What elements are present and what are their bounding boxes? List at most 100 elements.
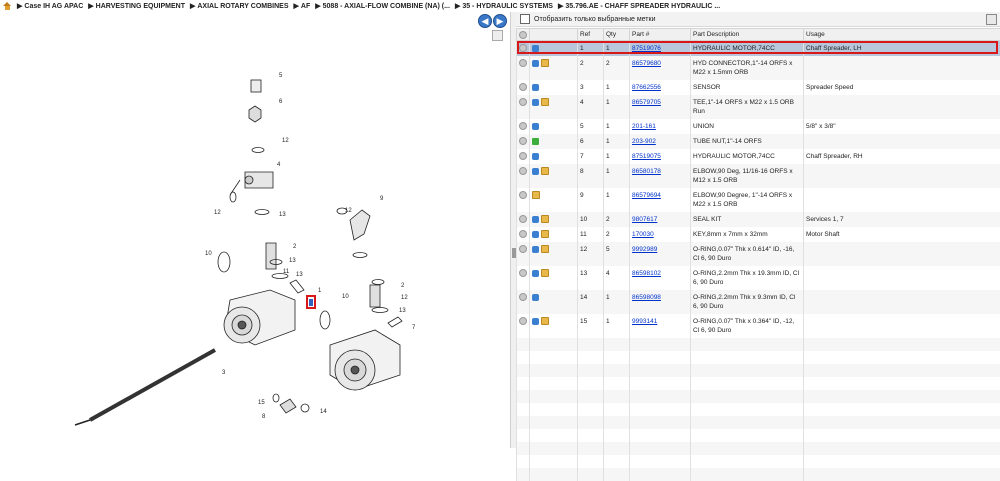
info-arrow-icon[interactable] [532,246,539,253]
callout-label[interactable]: 4 [277,162,281,168]
home-icon[interactable] [3,2,12,10]
row-select-icon[interactable] [519,59,527,67]
info-arrow-icon[interactable] [532,123,539,130]
hotspot-ref-1[interactable] [306,295,316,309]
cart-box-icon[interactable] [541,215,549,223]
row-select-icon[interactable] [519,293,527,301]
desc-header[interactable]: Part Description [691,29,804,41]
callout-label[interactable]: 10 [205,251,212,257]
info-arrow-icon[interactable] [532,45,539,52]
callout-label[interactable]: 10 [342,294,349,300]
info-arrow-icon[interactable] [532,231,539,238]
part-number-link[interactable]: 87519075 [630,149,691,164]
part-number-link[interactable]: 86580178 [630,164,691,188]
breadcrumb-item[interactable]: 35 - HYDRAULIC SYSTEMS [462,3,553,10]
row-select-icon[interactable] [519,44,527,52]
table-row[interactable]: 14186598098O-RING,2.2mm Thk x 9.3mm ID, … [517,290,1000,314]
part-number-link[interactable]: 203-902 [630,134,691,149]
row-select[interactable] [517,56,530,80]
breadcrumb-item[interactable]: 35.796.AE - CHAFF SPREADER HYDRAULIC ... [565,3,720,10]
row-select[interactable] [517,95,530,119]
row-select-icon[interactable] [519,215,527,223]
table-row[interactable]: 112170030KEY,8mm x 7mm x 32mmMotor Shaft [517,227,1000,242]
info-arrow-icon[interactable] [532,318,539,325]
callout-label[interactable]: 7 [412,325,416,331]
cart-box-icon[interactable] [541,269,549,277]
row-select[interactable] [517,119,530,134]
callout-label[interactable]: 1 [318,288,322,294]
table-row[interactable]: 1259992989O-RING,0.07" Thk x 0.614" ID, … [517,242,1000,266]
row-select-icon[interactable] [519,152,527,160]
part-number-link[interactable]: 9992989 [630,242,691,266]
breadcrumb-item[interactable]: 5088 - AXIAL-FLOW COMBINE (NA) (... [323,3,450,10]
row-select[interactable] [517,227,530,242]
part-number-link[interactable]: 170030 [630,227,691,242]
callout-label[interactable]: 2 [293,244,297,250]
breadcrumb-item[interactable]: Case IH AG APAC [24,3,83,10]
select-all-icon[interactable] [519,31,527,39]
row-select[interactable] [517,266,530,290]
part-number-link[interactable]: 9993141 [630,314,691,338]
callout-label[interactable]: 8 [262,414,266,420]
row-select[interactable] [517,164,530,188]
table-row[interactable]: 4186579705TEE,1"-14 ORFS x M22 x 1.5 ORB… [517,95,1000,119]
callout-label[interactable]: 9 [380,196,384,202]
row-select-icon[interactable] [519,98,527,106]
breadcrumb-item[interactable]: AF [301,3,310,10]
breadcrumb-item[interactable]: AXIAL ROTARY COMBINES [197,3,288,10]
part-number-link[interactable]: 87662556 [630,80,691,95]
callout-label[interactable]: 12 [345,208,352,214]
qty-header[interactable]: Qty [604,29,630,41]
callout-label[interactable]: 12 [401,295,408,301]
row-select[interactable] [517,290,530,314]
cart-box-icon[interactable] [532,191,540,199]
row-select-icon[interactable] [519,245,527,253]
info-arrow-icon[interactable] [532,270,539,277]
show-selected-checkbox[interactable] [520,14,530,24]
callout-label[interactable]: 3 [222,370,226,376]
table-row[interactable]: 13486598102O-RING,2.2mm Thk x 19.3mm ID,… [517,266,1000,290]
part-number-link[interactable]: 86598102 [630,266,691,290]
part-header[interactable]: Part # [630,29,691,41]
callout-label[interactable]: 13 [289,258,296,264]
row-select-icon[interactable] [519,83,527,91]
cart-box-icon[interactable] [541,167,549,175]
usage-header[interactable]: Usage [804,29,1000,41]
table-row[interactable]: 1029807617SEAL KITServices 1, 7 [517,212,1000,227]
row-select-icon[interactable] [519,317,527,325]
row-select-icon[interactable] [519,269,527,277]
select-all-header[interactable] [517,29,530,41]
row-select-icon[interactable] [519,167,527,175]
info-arrow-icon[interactable] [532,168,539,175]
callout-label[interactable]: 13 [296,272,303,278]
table-row[interactable]: 2286579680HYD CONNECTOR,1"-14 ORFS x M22… [517,56,1000,80]
diagram-pane[interactable]: ◀ ▶ [0,12,511,448]
part-number-link[interactable]: 86579680 [630,56,691,80]
table-row[interactable]: 8186580178ELBOW,90 Deg, 11/16-16 ORFS x … [517,164,1000,188]
row-select[interactable] [517,212,530,227]
callout-label[interactable]: 13 [399,308,406,314]
info-arrow-icon[interactable] [532,84,539,91]
row-select-icon[interactable] [519,191,527,199]
go-arrow-icon[interactable] [532,138,539,145]
row-select[interactable] [517,134,530,149]
row-select[interactable] [517,188,530,212]
callout-label[interactable]: 2 [401,283,405,289]
row-select-icon[interactable] [519,137,527,145]
table-row[interactable]: 7187519075HYDRAULIC MOTOR,74CCChaff Spre… [517,149,1000,164]
callout-label[interactable]: 14 [320,409,327,415]
info-arrow-icon[interactable] [532,99,539,106]
callout-label[interactable]: 12 [282,138,289,144]
callout-label[interactable]: 6 [279,99,283,105]
table-row[interactable]: 61203-902TUBE NUT,1"-14 ORFS [517,134,1000,149]
row-select[interactable] [517,149,530,164]
callout-label[interactable]: 5 [279,73,283,79]
breadcrumb-item[interactable]: HARVESTING EQUIPMENT [96,3,185,10]
row-select[interactable] [517,41,530,57]
ref-header[interactable]: Ref [578,29,604,41]
callout-label[interactable]: 13 [279,212,286,218]
cart-box-icon[interactable] [541,59,549,67]
row-select-icon[interactable] [519,122,527,130]
part-number-link[interactable]: 86579694 [630,188,691,212]
part-number-link[interactable]: 86579705 [630,95,691,119]
